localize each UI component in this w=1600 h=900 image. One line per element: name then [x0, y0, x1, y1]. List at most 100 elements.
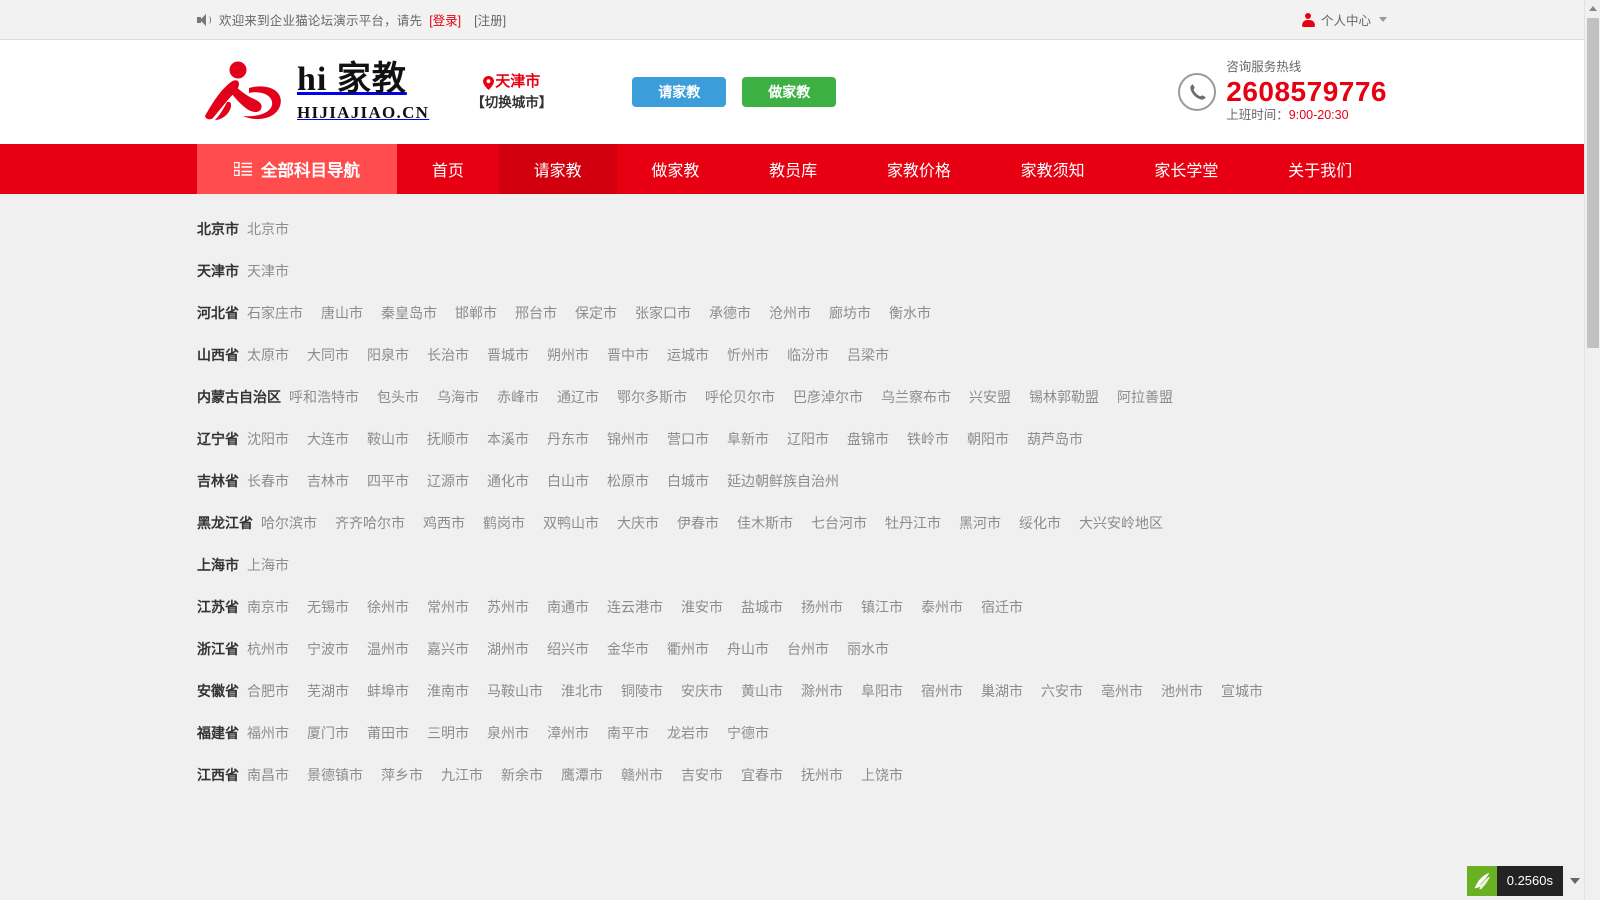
nav-item-4[interactable]: 家教价格 [852, 144, 986, 194]
city-link[interactable]: 赣州市 [621, 765, 663, 785]
city-link[interactable]: 宣城市 [1221, 681, 1263, 701]
city-link[interactable]: 台州市 [787, 639, 829, 659]
city-link[interactable]: 黑河市 [959, 513, 1001, 533]
city-link[interactable]: 苏州市 [487, 597, 529, 617]
city-link[interactable]: 七台河市 [811, 513, 867, 533]
city-link[interactable]: 唐山市 [321, 303, 363, 323]
city-link[interactable]: 南昌市 [247, 765, 289, 785]
city-link[interactable]: 龙岩市 [667, 723, 709, 743]
city-link[interactable]: 吕梁市 [847, 345, 889, 365]
city-link[interactable]: 大连市 [307, 429, 349, 449]
city-link[interactable]: 景德镇市 [307, 765, 363, 785]
nav-item-5[interactable]: 家教须知 [986, 144, 1120, 194]
all-subjects-nav-button[interactable]: 全部科目导航 [197, 144, 397, 194]
city-link[interactable]: 吉安市 [681, 765, 723, 785]
request-tutor-button[interactable]: 请家教 [632, 77, 727, 107]
become-tutor-button[interactable]: 做家教 [742, 77, 837, 107]
city-link[interactable]: 漳州市 [547, 723, 589, 743]
city-link[interactable]: 嘉兴市 [427, 639, 469, 659]
nav-item-6[interactable]: 家长学堂 [1120, 144, 1254, 194]
user-center-menu[interactable]: 个人中心 [1301, 10, 1387, 29]
city-link[interactable]: 邯郸市 [455, 303, 497, 323]
city-link[interactable]: 锡林郭勒盟 [1029, 387, 1099, 407]
nav-item-1[interactable]: 请家教 [498, 144, 617, 194]
city-link[interactable]: 张家口市 [635, 303, 691, 323]
city-link[interactable]: 乌兰察布市 [881, 387, 951, 407]
city-link[interactable]: 鹰潭市 [561, 765, 603, 785]
city-link[interactable]: 蚌埠市 [367, 681, 409, 701]
city-link[interactable]: 齐齐哈尔市 [335, 513, 405, 533]
city-link[interactable]: 温州市 [367, 639, 409, 659]
city-link[interactable]: 宁德市 [727, 723, 769, 743]
city-link[interactable]: 福州市 [247, 723, 289, 743]
city-link[interactable]: 合肥市 [247, 681, 289, 701]
city-link[interactable]: 南平市 [607, 723, 649, 743]
city-link[interactable]: 徐州市 [367, 597, 409, 617]
city-link[interactable]: 丽水市 [847, 639, 889, 659]
city-link[interactable]: 临汾市 [787, 345, 829, 365]
city-link[interactable]: 亳州市 [1101, 681, 1143, 701]
city-link[interactable]: 伊春市 [677, 513, 719, 533]
city-link[interactable]: 通化市 [487, 471, 529, 491]
city-link[interactable]: 邢台市 [515, 303, 557, 323]
city-link[interactable]: 芜湖市 [307, 681, 349, 701]
city-link[interactable]: 太原市 [247, 345, 289, 365]
register-link[interactable]: [注册] [474, 10, 506, 29]
city-link[interactable]: 鹤岗市 [483, 513, 525, 533]
city-selector[interactable]: 天津市 【切换城市】 [471, 71, 552, 112]
city-link[interactable]: 长治市 [427, 345, 469, 365]
city-link[interactable]: 三明市 [427, 723, 469, 743]
city-link[interactable]: 沈阳市 [247, 429, 289, 449]
city-link[interactable]: 南京市 [247, 597, 289, 617]
city-link[interactable]: 无锡市 [307, 597, 349, 617]
city-link[interactable]: 泉州市 [487, 723, 529, 743]
city-link[interactable]: 双鸭山市 [543, 513, 599, 533]
city-link[interactable]: 巴彦淖尔市 [793, 387, 863, 407]
city-link[interactable]: 保定市 [575, 303, 617, 323]
city-link[interactable]: 铁岭市 [907, 429, 949, 449]
city-link[interactable]: 新余市 [501, 765, 543, 785]
debug-toolbar[interactable]: 0.2560s [1466, 866, 1580, 896]
city-link[interactable]: 鞍山市 [367, 429, 409, 449]
nav-item-0[interactable]: 首页 [397, 144, 499, 194]
city-link[interactable]: 呼伦贝尔市 [705, 387, 775, 407]
city-link[interactable]: 大庆市 [617, 513, 659, 533]
city-link[interactable]: 牡丹江市 [885, 513, 941, 533]
city-link[interactable]: 绥化市 [1019, 513, 1061, 533]
city-link[interactable]: 佳木斯市 [737, 513, 793, 533]
city-link[interactable]: 宜春市 [741, 765, 783, 785]
city-link[interactable]: 丹东市 [547, 429, 589, 449]
city-link[interactable]: 铜陵市 [621, 681, 663, 701]
city-link[interactable]: 通辽市 [557, 387, 599, 407]
nav-item-3[interactable]: 教员库 [734, 144, 852, 194]
city-link[interactable]: 上海市 [247, 555, 289, 575]
city-link[interactable]: 大同市 [307, 345, 349, 365]
city-link[interactable]: 巢湖市 [981, 681, 1023, 701]
city-link[interactable]: 安庆市 [681, 681, 723, 701]
site-logo[interactable]: hi 家教 HIJIAJIAO.CN [197, 58, 429, 126]
city-link[interactable]: 本溪市 [487, 429, 529, 449]
city-link[interactable]: 长春市 [247, 471, 289, 491]
city-link[interactable]: 白城市 [667, 471, 709, 491]
city-link[interactable]: 衡水市 [889, 303, 931, 323]
city-link[interactable]: 秦皇岛市 [381, 303, 437, 323]
city-link[interactable]: 辽阳市 [787, 429, 829, 449]
city-link[interactable]: 葫芦岛市 [1027, 429, 1083, 449]
city-link[interactable]: 池州市 [1161, 681, 1203, 701]
city-link[interactable]: 呼和浩特市 [289, 387, 359, 407]
city-link[interactable]: 包头市 [377, 387, 419, 407]
city-link[interactable]: 石家庄市 [247, 303, 303, 323]
city-link[interactable]: 厦门市 [307, 723, 349, 743]
city-link[interactable]: 莆田市 [367, 723, 409, 743]
city-link[interactable]: 常州市 [427, 597, 469, 617]
city-link[interactable]: 阳泉市 [367, 345, 409, 365]
city-link[interactable]: 哈尔滨市 [261, 513, 317, 533]
city-link[interactable]: 天津市 [247, 261, 289, 281]
city-link[interactable]: 北京市 [247, 219, 289, 239]
city-link[interactable]: 兴安盟 [969, 387, 1011, 407]
nav-item-2[interactable]: 做家教 [617, 144, 735, 194]
city-link[interactable]: 鄂尔多斯市 [617, 387, 687, 407]
city-link[interactable]: 抚州市 [801, 765, 843, 785]
city-link[interactable]: 黄山市 [741, 681, 783, 701]
city-link[interactable]: 萍乡市 [381, 765, 423, 785]
